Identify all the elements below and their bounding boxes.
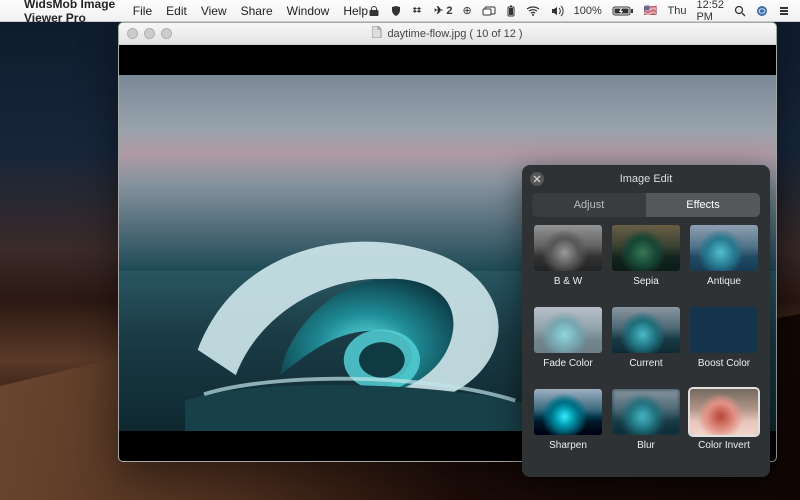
crosshair-icon[interactable]: ⊕	[462, 4, 471, 17]
effect-label: Sharpen	[549, 440, 587, 451]
effects-grid: B & W Sepia Antique Fade Color Current B…	[522, 225, 770, 477]
battery-percent: 100%	[574, 5, 602, 17]
charging-battery-icon[interactable]	[612, 5, 634, 17]
window-zoom-button[interactable]	[161, 28, 172, 39]
battery-icon[interactable]	[506, 5, 516, 17]
menu-help[interactable]: Help	[343, 4, 368, 18]
menu-edit[interactable]: Edit	[166, 4, 187, 18]
effect-current[interactable]	[612, 307, 680, 353]
menu-file[interactable]: File	[133, 4, 152, 18]
panel-title: Image Edit	[620, 173, 673, 185]
shield-icon[interactable]	[390, 5, 402, 17]
document-icon	[372, 26, 382, 41]
effect-label: Boost Color	[698, 358, 750, 369]
panel-tabs: Adjust Effects	[532, 193, 760, 217]
tab-effects[interactable]: Effects	[646, 193, 760, 217]
siri-icon[interactable]	[756, 5, 768, 17]
wave-illustration	[185, 210, 566, 431]
effect-label: Blur	[637, 440, 655, 451]
dropbox-icon[interactable]	[412, 5, 424, 17]
macos-menubar: WidsMob Image Viewer Pro File Edit View …	[0, 0, 800, 22]
input-flag[interactable]: 🇺🇸	[644, 4, 658, 17]
effect-fade-color[interactable]	[534, 307, 602, 353]
spotlight-icon[interactable]	[734, 5, 746, 17]
menu-window[interactable]: Window	[287, 4, 330, 18]
effect-label: B & W	[554, 276, 582, 287]
effect-label: Current	[629, 358, 662, 369]
panel-close-button[interactable]	[530, 172, 544, 186]
window-minimize-button[interactable]	[144, 28, 155, 39]
wifi-icon[interactable]	[526, 5, 540, 17]
menu-share[interactable]: Share	[241, 4, 273, 18]
tab-adjust[interactable]: Adjust	[532, 193, 646, 217]
effect-boost-color[interactable]	[690, 307, 758, 353]
image-edit-panel: Image Edit Adjust Effects B & W Sepia An…	[522, 165, 770, 477]
effect-label: Antique	[707, 276, 741, 287]
displays-icon[interactable]	[482, 5, 496, 17]
lock-icon[interactable]	[368, 5, 380, 17]
effect-sepia[interactable]	[612, 225, 680, 271]
volume-icon[interactable]	[550, 5, 564, 17]
window-close-button[interactable]	[127, 28, 138, 39]
window-title: daytime-flow.jpg ( 10 of 12 )	[387, 28, 522, 40]
paper-plane-icon[interactable]: ✈ 2	[434, 4, 452, 17]
app-menu[interactable]: WidsMob Image Viewer Pro	[24, 0, 119, 25]
effect-blur[interactable]	[612, 389, 680, 435]
menu-view[interactable]: View	[201, 4, 227, 18]
effect-label: Fade Color	[543, 358, 592, 369]
notifications-icon[interactable]	[778, 5, 790, 17]
effect-antique[interactable]	[690, 225, 758, 271]
effect-sharpen[interactable]	[534, 389, 602, 435]
effect-color-invert[interactable]	[690, 389, 758, 435]
menubar-day: Thu	[668, 5, 687, 17]
effect-bw[interactable]	[534, 225, 602, 271]
effect-label: Color Invert	[698, 440, 750, 451]
menubar-time: 12:52 PM	[696, 0, 724, 23]
effect-label: Sepia	[633, 276, 659, 287]
window-titlebar[interactable]: daytime-flow.jpg ( 10 of 12 )	[119, 23, 776, 45]
